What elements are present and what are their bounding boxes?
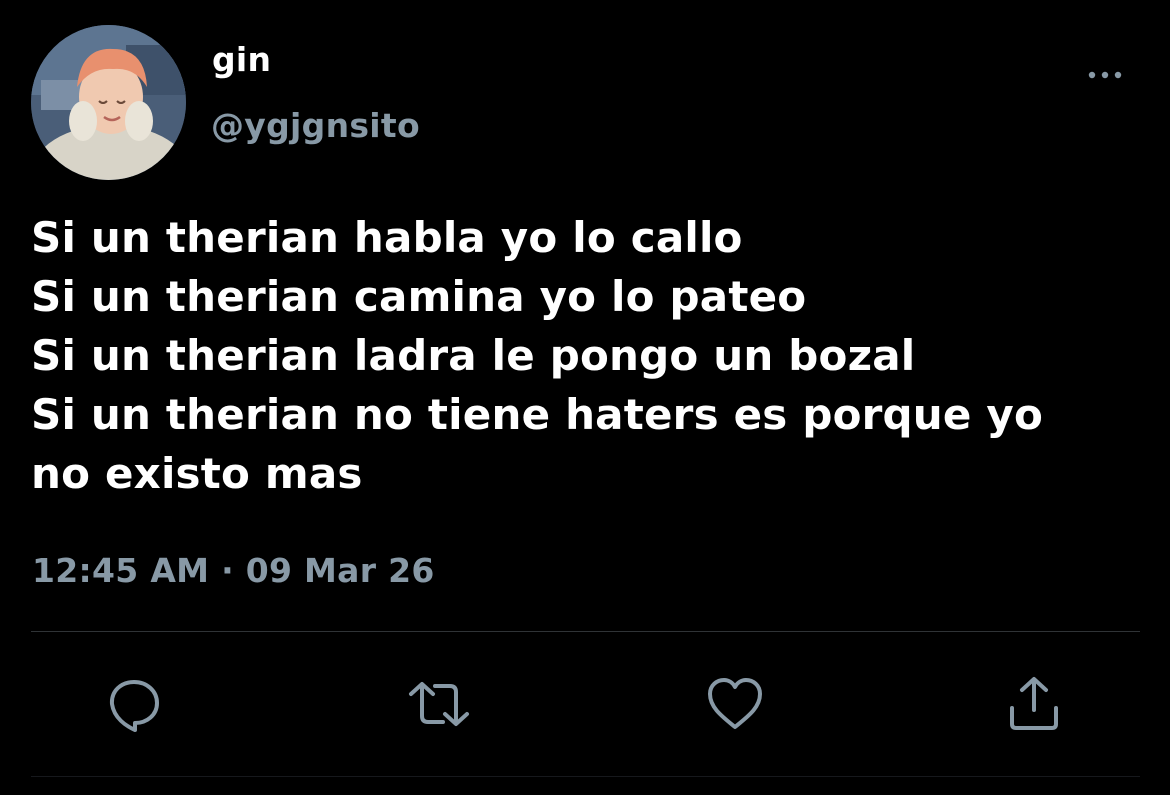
tweet-timestamp[interactable]: 12:45 AM · 09 Mar 26 [32, 551, 435, 590]
share-icon [1010, 677, 1058, 730]
tweet-text-line: Si un therian ladra le pongo un bozal [31, 331, 916, 380]
retweet-icon [409, 682, 469, 726]
tweet-text-line: Si un therian habla yo lo callo [31, 213, 743, 262]
tweet-text-line: Si un therian no tiene haters es porque … [31, 390, 1044, 439]
like-button[interactable] [703, 672, 767, 736]
avatar[interactable] [31, 25, 186, 180]
share-button[interactable] [1002, 672, 1066, 736]
reply-icon [109, 680, 159, 732]
tweet-text-line: no existo mas [31, 449, 363, 498]
retweet-button[interactable] [407, 672, 471, 736]
divider [31, 631, 1140, 632]
tweet-card: gin @ygjgnsito Si un therian habla yo lo… [0, 0, 1170, 795]
user-handle[interactable]: @ygjgnsito [211, 106, 420, 145]
heart-icon [708, 678, 762, 729]
tweet-text: Si un therian habla yo lo callo Si un th… [31, 208, 1156, 503]
reply-button[interactable] [104, 672, 168, 736]
more-options-button[interactable] [1082, 60, 1128, 90]
divider [31, 776, 1140, 777]
more-horizontal-icon [1088, 71, 1122, 79]
display-name[interactable]: gin [212, 40, 271, 79]
tweet-text-line: Si un therian camina yo lo pateo [31, 272, 807, 321]
